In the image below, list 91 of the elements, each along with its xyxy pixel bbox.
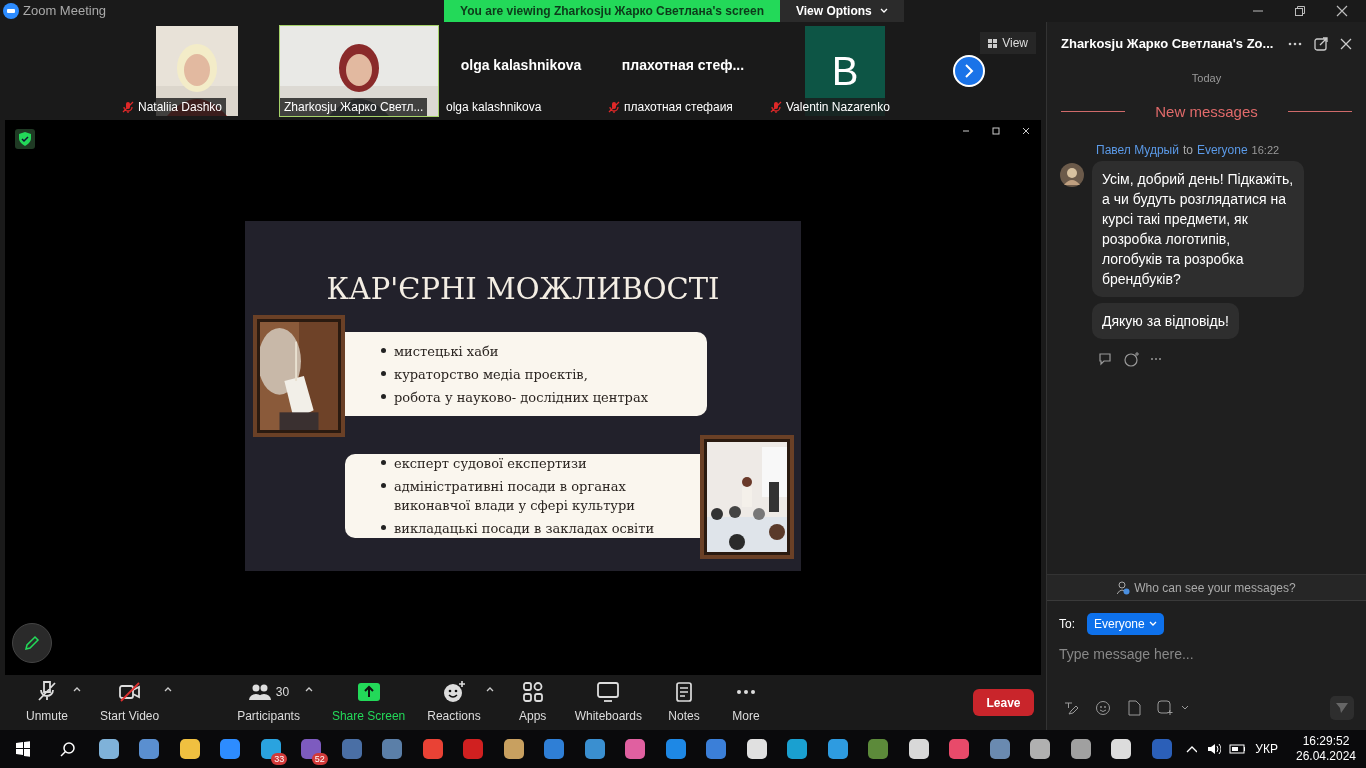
participant-name: olga kalashnikova [446, 99, 542, 116]
recipient-dropdown[interactable]: Everyone [1087, 613, 1164, 635]
privacy-icon [1117, 580, 1131, 595]
chevron-icon [1148, 621, 1157, 627]
chevron-icon [879, 8, 888, 14]
chat-title: Zharkosju Жарко Светлана's Zo... [1061, 35, 1274, 54]
chevron-icon[interactable] [1181, 705, 1189, 711]
battery-icon[interactable] [1229, 743, 1246, 755]
slide-title: КАР'ЄРНІ МОЖЛИВОСТІ [326, 271, 720, 307]
video-button[interactable]: Start Video [96, 680, 164, 725]
participant-caption: olga kalashnikova [460, 55, 582, 75]
video-icon [117, 680, 142, 704]
shield-icon [15, 129, 35, 149]
slide-bullet: експерт судової експертизи [394, 455, 587, 473]
send-button[interactable] [1330, 696, 1354, 720]
notification-badge: 33 [271, 753, 288, 765]
view-button[interactable]: View [980, 32, 1036, 54]
participant-name: Nataliia Dashko [138, 99, 223, 116]
notes-button[interactable]: Notes [660, 680, 709, 725]
file-icon[interactable] [1127, 700, 1141, 716]
bullet-icon [381, 483, 386, 488]
search-icon[interactable] [60, 741, 75, 757]
to-label: to [1182, 142, 1193, 159]
participant-caption: плахотная стеф... [621, 55, 745, 75]
message-bubble: Дякую за відповідь! [1092, 303, 1239, 339]
slide-bullet: кураторство медіа проєктів, [394, 365, 588, 384]
reactions-icon [441, 680, 466, 704]
participant-tile[interactable]: Zharkosju Жарко Светл... [279, 25, 439, 117]
emoji-icon[interactable] [1095, 700, 1111, 716]
share-icon [356, 680, 381, 704]
send-icon [1335, 702, 1349, 714]
apps-icon [520, 680, 545, 704]
participant-name: плахотная стефаия [624, 99, 733, 116]
close-icon[interactable] [1021, 126, 1031, 136]
window-title: Zoom Meeting [23, 2, 107, 21]
slide-bullet: мистецькі хаби [394, 342, 499, 361]
more-icon [735, 689, 758, 695]
date-label: Today [1191, 71, 1222, 86]
view-options-button[interactable]: View Options [780, 0, 904, 22]
pencil-icon [24, 635, 40, 651]
annotate-button[interactable] [12, 623, 52, 663]
restore-icon[interactable] [991, 126, 1001, 136]
to-label: To: [1059, 616, 1075, 633]
close-icon[interactable] [1340, 38, 1352, 50]
new-messages-divider: New messages [1155, 101, 1258, 122]
bullet-icon [381, 525, 386, 530]
app-logo-icon [3, 3, 19, 19]
screenshot-icon[interactable] [1157, 700, 1173, 716]
bullet-icon [381, 460, 386, 465]
start-icon[interactable] [16, 741, 31, 757]
add-reaction-icon[interactable] [1124, 351, 1140, 367]
taskbar-app[interactable]: 52 [291, 730, 332, 768]
recipient-name: Everyone [1196, 142, 1248, 159]
chevron-right-icon [964, 64, 974, 78]
whiteboards-button[interactable]: Whiteboards [570, 680, 647, 725]
message-time: 16:22 [1251, 143, 1280, 158]
clock-time: 16:29:52 [1302, 734, 1350, 749]
clock-date: 26.04.2024 [1295, 749, 1356, 764]
slide-bullet: викладацькі посади в закладах освіти [394, 520, 655, 538]
restore-icon[interactable] [1294, 5, 1306, 17]
taskbar-app[interactable]: 33 [250, 730, 292, 768]
apps-button[interactable]: Apps [508, 680, 557, 725]
reply-icon[interactable] [1098, 352, 1114, 366]
notification-badge: 52 [311, 753, 328, 765]
chevron-up-icon[interactable] [1186, 745, 1197, 753]
volume-icon[interactable] [1206, 742, 1222, 756]
participants-button[interactable]: 30 Participants [233, 680, 304, 725]
more-icon[interactable] [1288, 42, 1302, 46]
participant-count: 30 [275, 684, 290, 701]
bullet-icon [381, 370, 386, 376]
share-button[interactable]: Share Screen [327, 680, 410, 725]
message-bubble: Усім, добрий день! Підкажіть, а чи будуть розглядатися на курсі такі предмети, як розробка логотипів, логобуків та розробка брендбуків? [1092, 161, 1304, 297]
next-page-button[interactable] [953, 55, 985, 87]
slide-bullet: робота у науково- дослідних центрах [394, 388, 648, 407]
more-button[interactable]: More [722, 680, 771, 725]
participant-name: Zharkosju Жарко Светл... [284, 99, 424, 116]
pop-out-icon[interactable] [1314, 37, 1328, 51]
grid-icon [988, 38, 999, 48]
sender-avatar [1060, 163, 1084, 187]
mic-button[interactable]: Unmute [22, 680, 73, 725]
reactions-button[interactable]: Reactions [423, 680, 485, 725]
bullet-icon [381, 393, 386, 399]
sender-name[interactable]: Павел Мудрый [1096, 141, 1179, 159]
close-icon[interactable] [1336, 5, 1348, 17]
whiteboards-icon [596, 680, 621, 704]
sharing-banner: You are viewing Zharkosju Жарко Светлана's screen [444, 0, 780, 22]
language-indicator[interactable]: УКР [1255, 740, 1278, 758]
leave-button[interactable]: Leave [973, 689, 1034, 716]
format-icon[interactable] [1063, 700, 1079, 716]
bullet-icon [381, 347, 386, 353]
message-input[interactable]: Type message here... [1059, 643, 1354, 665]
